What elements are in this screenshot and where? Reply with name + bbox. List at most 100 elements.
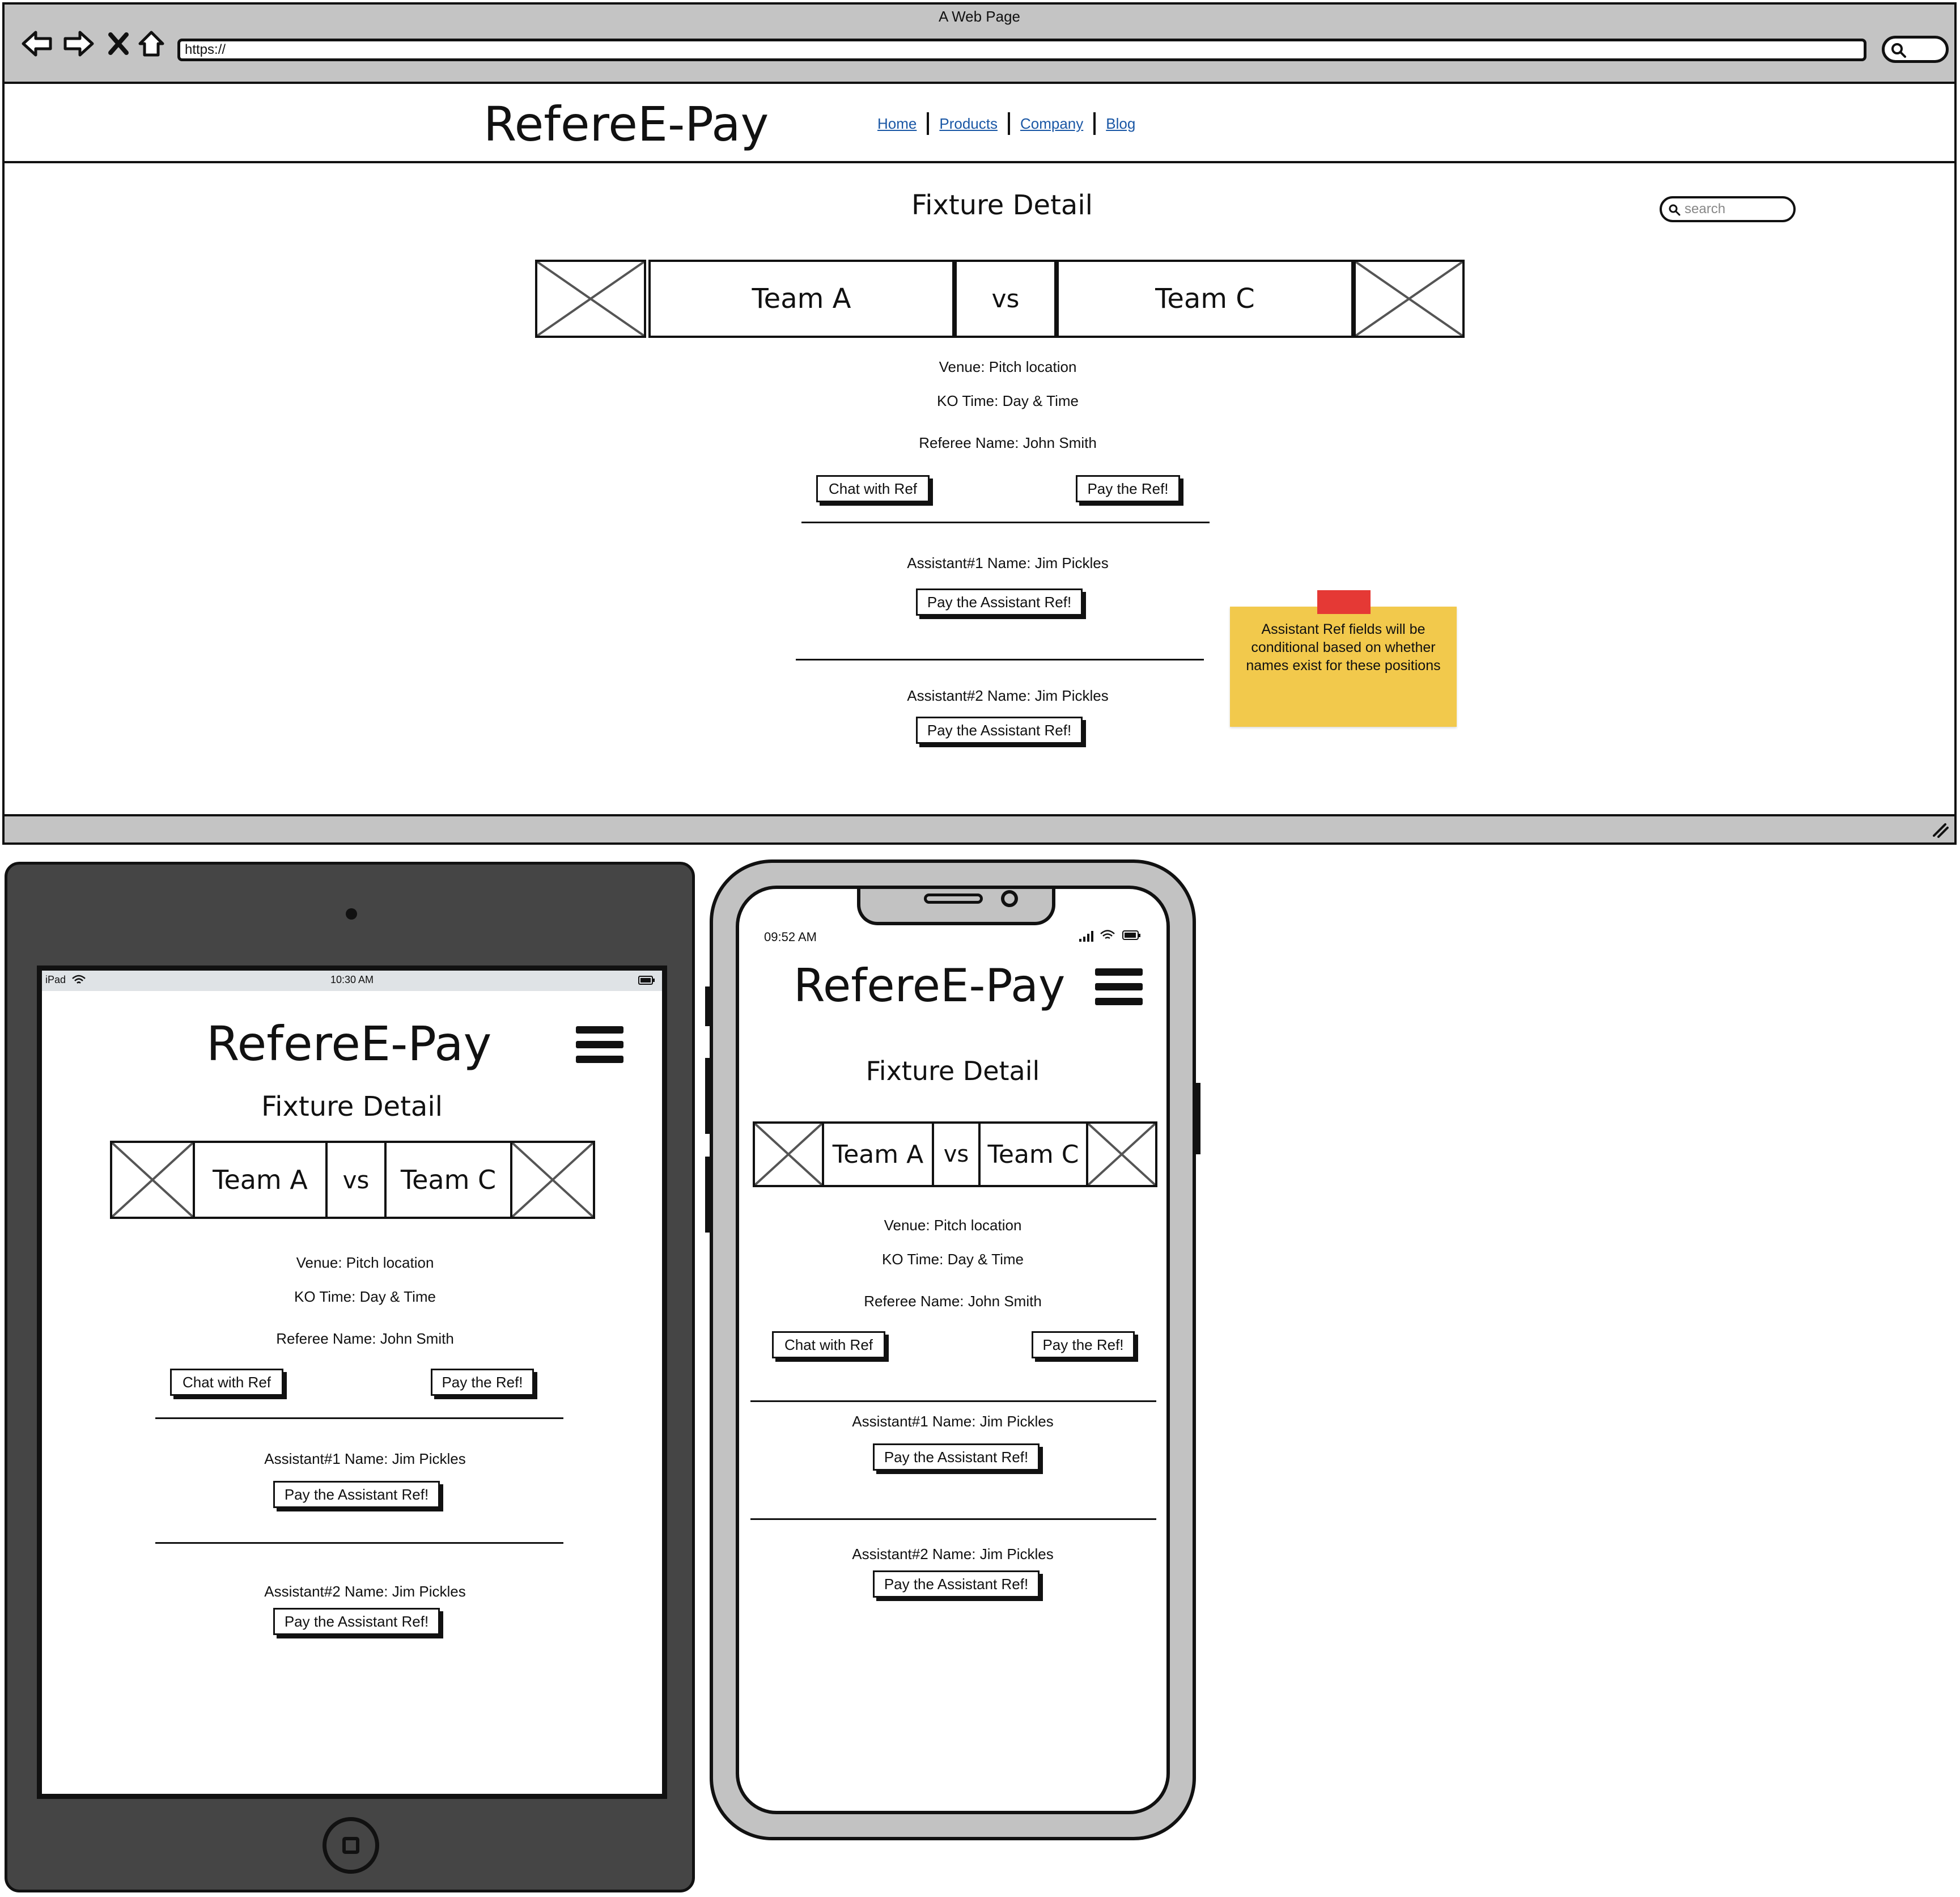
referee-name-text: Referee Name: John Smith [276,1330,454,1347]
phone-clock: 09:52 AM [764,930,817,944]
site-logo[interactable]: RefereE-Pay [794,959,1065,1012]
phone-volume-up-button [705,1058,710,1134]
versus-label: vs [325,1141,387,1219]
pay-assistant-2-button[interactable]: Pay the Assistant Ref! [273,1608,440,1635]
pay-assistant-2-button[interactable]: Pay the Assistant Ref! [916,717,1083,744]
assistant-1-name-text: Assistant#1 Name: Jim Pickles [907,554,1109,571]
referee-name-text: Referee Name: John Smith [919,434,1097,451]
section-divider [750,1400,1156,1402]
wifi-icon [1100,930,1115,939]
phone-volume-down-button [705,1157,710,1233]
home-team-name: Team A [648,260,954,338]
phone-device-frame: 09:52 AM RefereE-Pay Fixture Detail Team… [710,859,1196,1840]
venue-text: Venue: Pitch location [296,1254,434,1271]
nav-link-products[interactable]: Products [939,115,998,133]
ko-time-text: KO Time: Day & Time [294,1288,436,1305]
chat-with-ref-button[interactable]: Chat with Ref [816,475,930,502]
phone-screen: 09:52 AM RefereE-Pay Fixture Detail Team… [736,886,1170,1814]
nav-divider [927,112,930,135]
pay-assistant-2-button[interactable]: Pay the Assistant Ref! [873,1570,1040,1598]
tablet-device-frame: iPad 10:30 AM RefereE-Pay Fixture Detail… [5,862,695,1892]
phone-speaker [924,894,983,904]
address-bar[interactable]: https:// [177,39,1866,61]
assistant-2-name-text: Assistant#2 Name: Jim Pickles [264,1583,466,1600]
chat-with-ref-button[interactable]: Chat with Ref [170,1369,283,1396]
resize-grip-icon[interactable] [1932,822,1949,838]
main-nav: Home Products Company Blog [877,112,1135,135]
assistant-1-name-text: Assistant#1 Name: Jim Pickles [852,1413,1054,1430]
away-team-name: Team C [978,1121,1088,1187]
pay-the-ref-button[interactable]: Pay the Ref! [431,1369,534,1396]
home-team-name: Team A [193,1141,328,1219]
section-divider [801,522,1210,523]
search-icon [1891,43,1906,58]
pay-the-ref-button[interactable]: Pay the Ref! [1076,475,1180,502]
away-team-crest-placeholder [510,1141,595,1219]
home-team-crest-placeholder [110,1141,195,1219]
page-title: Fixture Detail [866,1056,1040,1086]
tablet-clock: 10:30 AM [330,974,374,985]
search-icon [1669,204,1681,216]
phone-power-button [1196,1083,1200,1154]
browser-search-button[interactable] [1882,36,1949,63]
cellular-signal-icon [1079,931,1093,942]
battery-icon [1122,930,1140,940]
phone-front-camera [1001,890,1018,907]
forward-arrow-icon[interactable] [62,27,95,60]
tablet-screen: iPad 10:30 AM RefereE-Pay Fixture Detail… [37,966,667,1799]
assistant-2-name-text: Assistant#2 Name: Jim Pickles [907,687,1109,704]
away-team-name: Team C [384,1141,512,1219]
section-divider [155,1417,563,1419]
home-team-crest-placeholder [753,1121,824,1187]
browser-toolbar: A Web Page https:// [5,5,1954,84]
pay-the-ref-button[interactable]: Pay the Ref! [1032,1331,1135,1358]
phone-notch [857,889,1055,925]
assistant-2-name-text: Assistant#2 Name: Jim Pickles [852,1545,1054,1563]
referee-name-text: Referee Name: John Smith [864,1293,1042,1310]
section-divider [155,1542,563,1544]
section-divider [750,1518,1156,1520]
venue-text: Venue: Pitch location [884,1217,1022,1234]
home-icon[interactable] [135,27,168,60]
search-input[interactable]: search [1660,196,1796,222]
browser-window-title: A Web Page [938,8,1021,25]
phone-mute-switch [705,986,710,1026]
pay-assistant-1-button[interactable]: Pay the Assistant Ref! [273,1481,440,1508]
desktop-browser-window: A Web Page https:// RefereE-Pay Home Pro… [2,2,1957,845]
versus-label: vs [932,1121,981,1187]
away-team-crest-placeholder [1086,1121,1157,1187]
back-arrow-icon[interactable] [20,27,53,60]
assistant-1-name-text: Assistant#1 Name: Jim Pickles [264,1450,466,1467]
nav-divider [1007,112,1010,135]
ko-time-text: KO Time: Day & Time [937,392,1079,409]
chat-with-ref-button[interactable]: Chat with Ref [772,1331,885,1358]
away-team-crest-placeholder [1354,260,1465,338]
nav-divider [1093,112,1096,135]
home-team-name: Team A [822,1121,934,1187]
pay-assistant-1-button[interactable]: Pay the Assistant Ref! [873,1443,1040,1471]
nav-link-home[interactable]: Home [877,115,917,133]
browser-status-bar [5,814,1954,842]
site-logo[interactable]: RefereE-Pay [206,1016,491,1072]
home-team-crest-placeholder [535,260,646,338]
battery-icon [638,976,655,985]
nav-link-company[interactable]: Company [1020,115,1083,133]
tablet-status-bar: iPad 10:30 AM [42,971,662,991]
tablet-camera [346,908,357,920]
home-square-icon [342,1837,359,1854]
search-placeholder: search [1685,201,1726,217]
away-team-name: Team C [1057,260,1354,338]
stop-x-icon[interactable] [102,27,135,60]
nav-link-blog[interactable]: Blog [1106,115,1135,133]
page-title: Fixture Detail [261,1091,443,1123]
ko-time-text: KO Time: Day & Time [882,1251,1024,1268]
hamburger-menu-icon[interactable] [576,1026,623,1063]
tablet-home-button[interactable] [323,1817,379,1874]
site-header: RefereE-Pay Home Products Company Blog [5,84,1954,163]
pay-assistant-1-button[interactable]: Pay the Assistant Ref! [916,588,1083,616]
page-title: Fixture Detail [911,189,1093,221]
site-logo[interactable]: RefereE-Pay [483,96,769,152]
hamburger-menu-icon[interactable] [1095,968,1143,1005]
versus-label: vs [954,260,1057,338]
section-divider [796,659,1204,660]
